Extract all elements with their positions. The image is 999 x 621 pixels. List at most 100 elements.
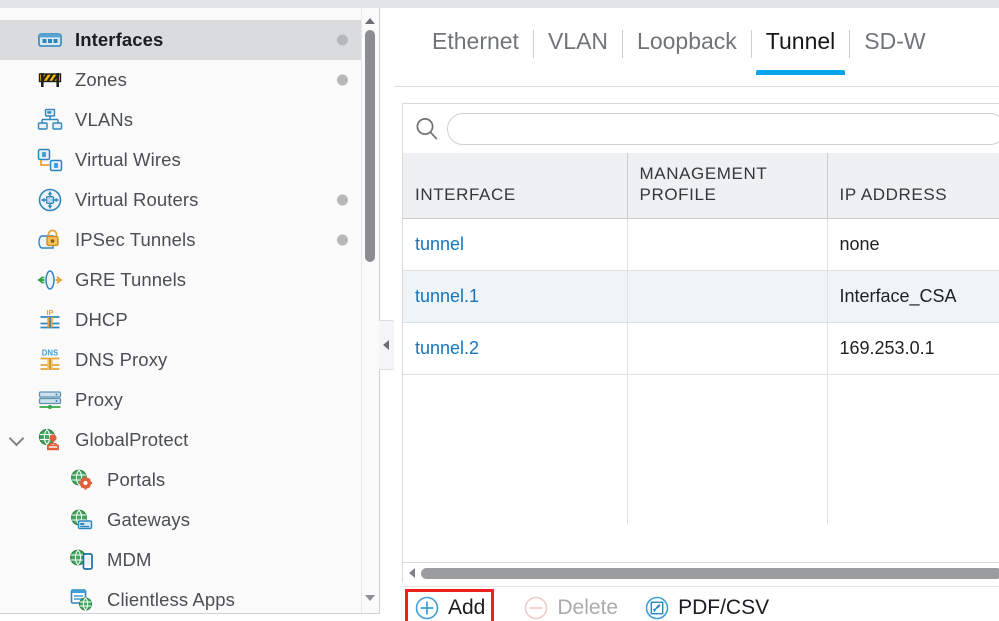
- sidebar-item-interfaces[interactable]: Interfaces: [0, 20, 362, 60]
- sidebar-item-proxy[interactable]: Proxy: [0, 380, 362, 420]
- sidebar-item-status-dot: [337, 74, 348, 86]
- sidebar-item-status-dot: [337, 194, 348, 206]
- search-icon: [413, 115, 441, 143]
- clientless-apps-icon: [68, 586, 98, 613]
- app-window: Interfaces Zones VLANs Virtual Wires Vir…: [0, 0, 999, 621]
- interface-type-tabs: Ethernet VLAN Loopback Tunnel SD-W: [394, 8, 999, 87]
- add-button-label: Add: [448, 596, 486, 619]
- delete-button[interactable]: Delete: [517, 592, 624, 621]
- empty-cell: [627, 374, 828, 524]
- proxy-icon: [36, 386, 66, 414]
- cell-interface[interactable]: tunnel.1: [403, 270, 628, 323]
- scroll-left-arrow-icon[interactable]: [409, 568, 415, 578]
- sidebar-item-label: GlobalProtect: [75, 429, 189, 450]
- virtual-wires-icon: [36, 146, 66, 174]
- sidebar-item-mdm[interactable]: MDM: [0, 540, 362, 580]
- sidebar-item-dhcp[interactable]: IP DHCP: [0, 300, 362, 340]
- table-toolbar: Add Delete PDF/CSV: [402, 586, 999, 621]
- delete-button-label: Delete: [557, 596, 619, 619]
- sidebar-item-label: DNS Proxy: [75, 349, 168, 370]
- sidebar-scrollbar[interactable]: [361, 8, 379, 613]
- sidebar-item-label: Portals: [107, 469, 166, 490]
- interfaces-table: INTERFACE MANAGEMENT PROFILE IP ADDRESS …: [403, 153, 999, 524]
- tab-loopback[interactable]: Loopback: [623, 8, 751, 75]
- scroll-down-arrow-icon[interactable]: [365, 595, 375, 601]
- cell-management-profile: [627, 270, 828, 323]
- sidebar-item-label: Zones: [75, 69, 127, 90]
- tab-sd-w[interactable]: SD-W: [850, 8, 939, 75]
- mdm-icon: [68, 546, 98, 574]
- search-bar: [402, 103, 999, 153]
- column-header-management-profile[interactable]: MANAGEMENT PROFILE: [627, 153, 828, 219]
- sidebar-item-zones[interactable]: Zones: [0, 60, 362, 100]
- sidebar-item-label: MDM: [107, 549, 152, 570]
- cell-ip-address: 169.253.0.1: [827, 322, 999, 375]
- sidebar-item-gre-tunnels[interactable]: GRE Tunnels: [0, 260, 362, 300]
- sidebar-item-label: Interfaces: [75, 29, 164, 50]
- globalprotect-icon: [36, 426, 66, 454]
- main-content: Ethernet VLAN Loopback Tunnel SD-W INTERFACE…: [394, 8, 999, 621]
- pdf-csv-button-label: PDF/CSV: [678, 596, 770, 619]
- scroll-up-arrow-icon[interactable]: [365, 18, 375, 24]
- zones-icon: [36, 66, 66, 94]
- interfaces-icon: [36, 26, 66, 54]
- chevron-down-icon[interactable]: [10, 432, 24, 446]
- cell-management-profile: [627, 218, 828, 271]
- sidebar-item-portals[interactable]: Portals: [0, 460, 362, 500]
- sidebar-item-status-dot: [337, 234, 348, 246]
- sidebar-collapse-handle[interactable]: [379, 320, 395, 370]
- table-empty-area: [403, 374, 999, 524]
- sidebar-item-gateways[interactable]: Gateways: [0, 500, 362, 540]
- gateways-icon: [68, 506, 98, 534]
- sidebar-item-virtual-routers[interactable]: Virtual Routers: [0, 180, 362, 220]
- sidebar-item-label: Gateways: [107, 509, 191, 530]
- plus-circle-icon: [414, 595, 440, 621]
- sidebar-item-vlans[interactable]: VLANs: [0, 100, 362, 140]
- tab-vlan[interactable]: VLAN: [534, 8, 622, 75]
- sidebar: Interfaces Zones VLANs Virtual Wires Vir…: [0, 8, 380, 614]
- minus-circle-icon: [523, 595, 549, 621]
- vlans-icon: [36, 106, 66, 134]
- interfaces-table-container: INTERFACE MANAGEMENT PROFILE IP ADDRESS …: [402, 153, 999, 563]
- dhcp-icon: IP: [36, 306, 66, 334]
- sidebar-item-clientless-apps[interactable]: Clientless Apps: [0, 580, 362, 613]
- sidebar-item-label: Proxy: [75, 389, 123, 410]
- table-header-row: INTERFACE MANAGEMENT PROFILE IP ADDRESS: [403, 153, 999, 219]
- portals-icon: [68, 466, 98, 494]
- sidebar-item-label: Virtual Wires: [75, 149, 181, 170]
- sidebar-item-globalprotect[interactable]: GlobalProtect: [0, 420, 362, 460]
- cell-ip-address: none: [827, 218, 999, 271]
- sidebar-scrollbar-thumb[interactable]: [365, 30, 375, 262]
- tab-ethernet[interactable]: Ethernet: [418, 8, 533, 75]
- sidebar-nav-list: Interfaces Zones VLANs Virtual Wires Vir…: [0, 20, 362, 613]
- table-row[interactable]: tunnel.2 169.253.0.1: [403, 322, 999, 375]
- table-row[interactable]: tunnel.1 Interface_CSA: [403, 270, 999, 323]
- virtual-routers-icon: [36, 186, 66, 214]
- sidebar-item-virtual-wires[interactable]: Virtual Wires: [0, 140, 362, 180]
- sidebar-item-label: IPSec Tunnels: [75, 229, 196, 250]
- ipsec-tunnels-icon: [36, 226, 66, 254]
- dns-proxy-icon: DNS: [36, 346, 66, 374]
- horizontal-scrollbar[interactable]: [402, 563, 999, 583]
- search-input[interactable]: [447, 112, 999, 145]
- column-header-interface[interactable]: INTERFACE: [403, 153, 628, 219]
- pdf-csv-button[interactable]: PDF/CSV: [638, 592, 775, 621]
- add-button[interactable]: Add: [404, 589, 495, 621]
- table-row[interactable]: tunnel none: [403, 218, 999, 271]
- empty-cell: [827, 374, 999, 524]
- cell-ip-address: Interface_CSA: [827, 270, 999, 323]
- interface-link[interactable]: tunnel.1: [415, 286, 479, 306]
- cell-interface[interactable]: tunnel.2: [403, 322, 628, 375]
- top-strip: [0, 0, 999, 8]
- cell-interface[interactable]: tunnel: [403, 218, 628, 271]
- gre-tunnels-icon: [36, 266, 66, 294]
- column-header-ip-address[interactable]: IP ADDRESS: [827, 153, 999, 219]
- tab-tunnel[interactable]: Tunnel: [752, 8, 849, 75]
- sidebar-item-label: DHCP: [75, 309, 128, 330]
- sidebar-item-dns-proxy[interactable]: DNS DNS Proxy: [0, 340, 362, 380]
- horizontal-scrollbar-thumb[interactable]: [421, 567, 999, 579]
- sidebar-item-ipsec-tunnels[interactable]: IPSec Tunnels: [0, 220, 362, 260]
- interface-link[interactable]: tunnel: [415, 234, 464, 254]
- sidebar-item-label: Clientless Apps: [107, 589, 235, 610]
- interface-link[interactable]: tunnel.2: [415, 338, 479, 358]
